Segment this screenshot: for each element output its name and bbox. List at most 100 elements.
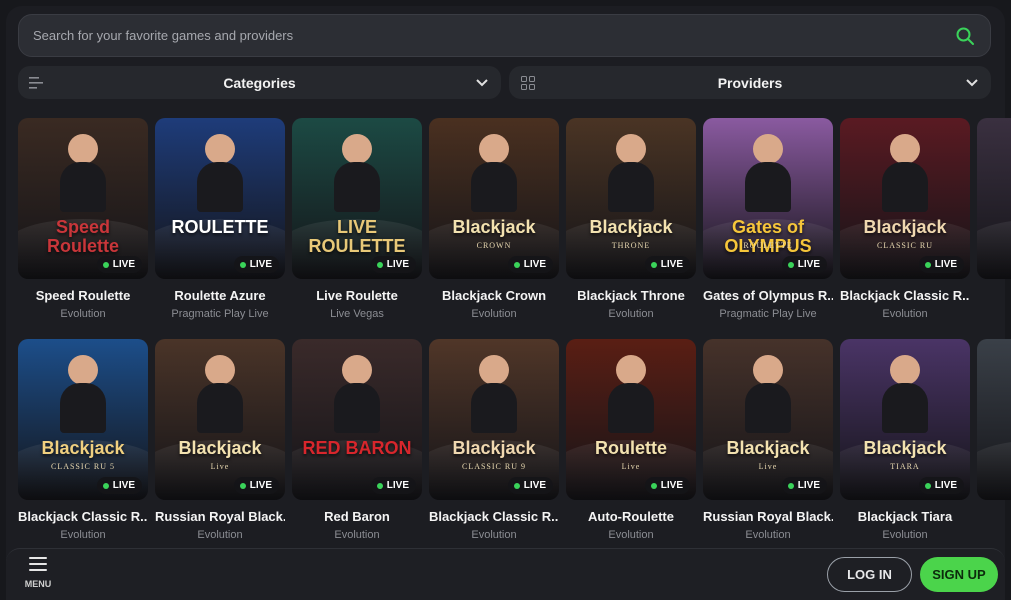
game-card[interactable]: Gates of OLYMPUS ROULETTE LIVE Gates of Oly…: [703, 118, 833, 320]
live-dot-icon: [102, 482, 109, 489]
game-logo-subtitle: ROULETTE: [743, 241, 793, 250]
game-card[interactable]: Blackjack CLASSIC RU 5 LIVE Blackjack Class…: [18, 339, 148, 541]
live-dot-icon: [924, 261, 931, 268]
bottom-bar: MENU LOG IN SIGN UP: [6, 548, 1005, 600]
game-thumbnail[interactable]: G: [977, 118, 1011, 279]
search-input[interactable]: [33, 28, 954, 43]
live-dot-icon: [102, 261, 109, 268]
chevron-down-icon: [963, 74, 981, 92]
live-dot-icon: [650, 261, 657, 268]
live-badge: LIVE: [96, 256, 142, 273]
dealer-figure: [608, 134, 654, 214]
game-thumbnail[interactable]: Blackjack CROWN LIVE: [429, 118, 559, 279]
game-title[interactable]: Blackjack Classic R...: [18, 509, 148, 524]
game-card[interactable]: Blackjack CROWN LIVE Blackjack Crown Evoluti…: [429, 118, 559, 320]
game-title[interactable]: Auto-Roulette: [566, 509, 696, 524]
game-thumbnail[interactable]: Blackjack CLASSIC RU 9 LIVE: [429, 339, 559, 500]
game-thumbnail[interactable]: Blackjack Live LIVE: [155, 339, 285, 500]
game-title[interactable]: Blackjack Throne: [566, 288, 696, 303]
game-card[interactable]: Blackjack THRONE LIVE Blackjack Throne Evolu…: [566, 118, 696, 320]
game-card[interactable]: Blackjack TIARA LIVE Blackjack Tiara Evoluti…: [840, 339, 970, 541]
game-provider: Evolution: [197, 529, 243, 541]
game-title[interactable]: Live Roulette: [292, 288, 422, 303]
game-logo-text: LIVE ROULETTE: [308, 217, 406, 256]
game-card[interactable]: G Vegas... Amu...: [977, 118, 1011, 320]
live-badge: LIVE: [918, 256, 964, 273]
search-bar[interactable]: [18, 14, 991, 57]
game-title[interactable]: Speed Roulette: [18, 288, 148, 303]
game-provider: Evolution: [608, 529, 654, 541]
game-card[interactable]: LIVE ROULETTE LIVE Live Roulette Live Vegas: [292, 118, 422, 320]
game-card[interactable]: Roulette Live LIVE Auto-Roulette Evolution: [566, 339, 696, 541]
providers-dropdown[interactable]: Providers: [509, 66, 991, 99]
game-thumbnail[interactable]: RED BARON LIVE: [292, 339, 422, 500]
live-badge-label: LIVE: [660, 259, 683, 270]
game-title[interactable]: Russian Royal Black...: [703, 509, 833, 524]
game-logo-subtitle: CLASSIC RU 9: [461, 462, 526, 471]
menu-button[interactable]: MENU: [20, 557, 56, 589]
live-badge-label: LIVE: [112, 259, 135, 270]
game-logo-subtitle: CROWN: [476, 241, 512, 250]
game-logo-subtitle: CLASSIC RU: [876, 241, 933, 250]
providers-label: Providers: [717, 74, 783, 91]
dealer-figure: [197, 134, 243, 214]
live-badge-label: LIVE: [386, 259, 409, 270]
game-title[interactable]: Vegas...: [977, 288, 1011, 303]
game-logo-subtitle: CLASSIC RU 5: [50, 462, 115, 471]
game-title[interactable]: Blackjack Classic R...: [840, 288, 970, 303]
game-title[interactable]: Blackjack Crown: [429, 288, 559, 303]
live-dot-icon: [787, 482, 794, 489]
game-thumbnail[interactable]: Blackjack TIARA LIVE: [840, 339, 970, 500]
game-title[interactable]: Red Baron: [292, 509, 422, 524]
live-badge: LIVE: [507, 477, 553, 494]
live-badge: LIVE: [644, 477, 690, 494]
game-card[interactable]: [977, 339, 1011, 541]
game-card[interactable]: Speed Roulette LIVE Speed Roulette Evolutio…: [18, 118, 148, 320]
game-title[interactable]: Gates of Olympus R...: [703, 288, 833, 303]
game-provider: Evolution: [60, 529, 106, 541]
live-badge: LIVE: [370, 256, 416, 273]
game-provider: Evolution: [608, 308, 654, 320]
search-icon[interactable]: [954, 25, 976, 47]
signup-button[interactable]: SIGN UP: [920, 557, 998, 592]
game-thumbnail[interactable]: Speed Roulette LIVE: [18, 118, 148, 279]
live-badge-label: LIVE: [386, 480, 409, 491]
game-logo-text: Blackjack: [452, 438, 536, 458]
game-thumbnail[interactable]: Roulette Live LIVE: [566, 339, 696, 500]
game-provider: Evolution: [334, 529, 380, 541]
game-card[interactable]: Blackjack CLASSIC RU 9 LIVE Blackjack Class…: [429, 339, 559, 541]
game-thumbnail[interactable]: Blackjack THRONE LIVE: [566, 118, 696, 279]
game-title[interactable]: Roulette Azure: [155, 288, 285, 303]
game-thumbnail[interactable]: LIVE ROULETTE LIVE: [292, 118, 422, 279]
game-table: [977, 440, 1011, 500]
game-thumbnail[interactable]: ROULETTE LIVE: [155, 118, 285, 279]
game-card[interactable]: ROULETTE LIVE Roulette Azure Pragmatic Play…: [155, 118, 285, 320]
live-dot-icon: [924, 482, 931, 489]
game-thumbnail[interactable]: Blackjack Live LIVE: [703, 339, 833, 500]
game-thumbnail[interactable]: Gates of OLYMPUS ROULETTE LIVE: [703, 118, 833, 279]
live-badge-label: LIVE: [523, 480, 546, 491]
live-badge-label: LIVE: [934, 259, 957, 270]
live-badge: LIVE: [781, 256, 827, 273]
game-card[interactable]: RED BARON LIVE Red Baron Evolution: [292, 339, 422, 541]
game-card[interactable]: Blackjack CLASSIC RU LIVE Blackjack Classic…: [840, 118, 970, 320]
live-badge: LIVE: [507, 256, 553, 273]
game-title[interactable]: Russian Royal Black...: [155, 509, 285, 524]
login-button[interactable]: LOG IN: [827, 557, 912, 592]
categories-dropdown[interactable]: Categories: [18, 66, 501, 99]
dealer-figure: [334, 134, 380, 214]
game-logo-text: G: [983, 218, 1011, 237]
game-logo-text: Roulette: [595, 438, 667, 458]
game-logo-text: Blackjack: [726, 438, 810, 458]
game-title[interactable]: Blackjack Tiara: [840, 509, 970, 524]
game-card[interactable]: Blackjack Live LIVE Russian Royal Black... E…: [155, 339, 285, 541]
game-thumbnail[interactable]: Blackjack CLASSIC RU LIVE: [840, 118, 970, 279]
game-title[interactable]: Blackjack Classic R...: [429, 509, 559, 524]
game-logo-text: ROULETTE: [171, 217, 269, 237]
game-card[interactable]: Blackjack Live LIVE Russian Royal Black... E…: [703, 339, 833, 541]
dealer-figure: [471, 355, 517, 435]
game-thumbnail[interactable]: [977, 339, 1011, 500]
game-thumbnail[interactable]: Blackjack CLASSIC RU 5 LIVE: [18, 339, 148, 500]
live-dot-icon: [239, 482, 246, 489]
game-provider: Pragmatic Play Live: [719, 308, 817, 320]
